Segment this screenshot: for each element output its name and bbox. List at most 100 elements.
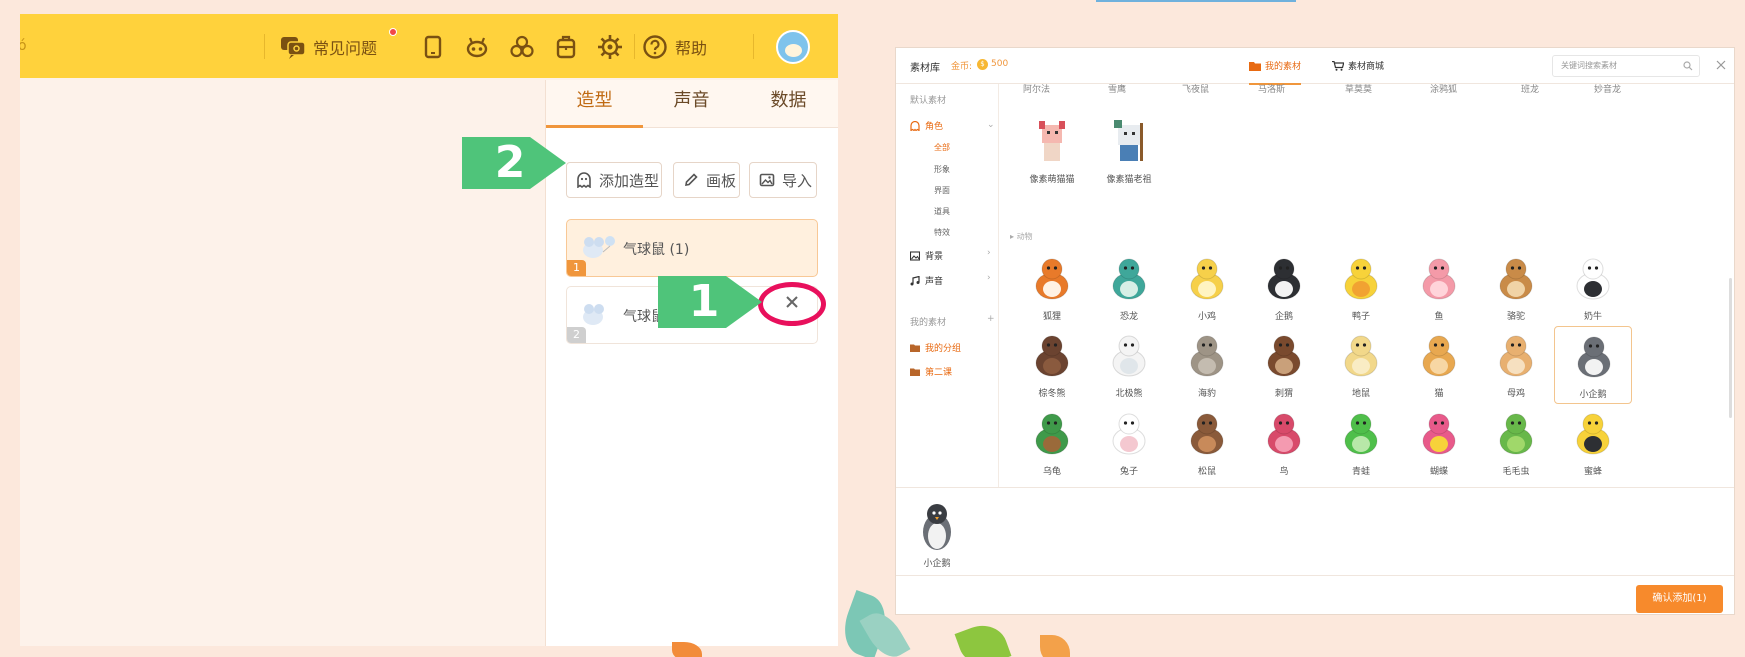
- chevron-right-icon: ›: [987, 273, 991, 283]
- step-2-arrow: 2: [462, 137, 566, 189]
- selection-tray: 小企鹅: [896, 487, 1734, 575]
- material-tile[interactable]: 小企鹅: [1554, 326, 1632, 404]
- delete-costume-button[interactable]: [779, 289, 805, 315]
- library-footer: 确认添加(1): [896, 575, 1734, 614]
- material-tile[interactable]: 乌龟: [1013, 404, 1091, 482]
- editor-window: ó 常见问题 帮助 造型 声音 数据 添加造型 画板 导入 气球鼠 (1) 1 …: [20, 14, 838, 646]
- sidebar-item-sound[interactable]: 声音: [910, 274, 943, 287]
- library-sidebar: 默认素材 角色 ⌄ 全部 形象 界面 道具 特效 背景 › 声音 › 我的素材 …: [896, 84, 999, 487]
- tile-label: 马洛斯: [1258, 85, 1286, 95]
- tile-label: 松鼠: [1197, 467, 1216, 477]
- tab-sound[interactable]: 声音: [643, 80, 740, 128]
- animal-art: [1267, 258, 1301, 300]
- tab-material-store[interactable]: 素材商城: [1332, 59, 1384, 72]
- help-icon: [641, 33, 669, 61]
- sidebar-group-lesson-two[interactable]: 第二课: [910, 365, 952, 378]
- material-tile[interactable]: 像素萌猫猫: [1013, 112, 1091, 190]
- material-tile[interactable]: 海豹: [1168, 326, 1246, 404]
- folder-icon: [910, 344, 920, 352]
- material-tile[interactable]: 骆驼: [1477, 249, 1555, 327]
- material-tile[interactable]: 企鹅: [1245, 249, 1323, 327]
- sidebar-sub-all[interactable]: 全部: [934, 142, 950, 153]
- material-tile[interactable]: 毛毛虫: [1477, 404, 1555, 482]
- tab-data[interactable]: 数据: [740, 80, 837, 128]
- tile-label: 奶牛: [1583, 312, 1602, 322]
- import-button[interactable]: 导入: [749, 162, 817, 198]
- top-toolbar: ó 常见问题 帮助: [20, 14, 838, 78]
- tile-label: 鸭子: [1351, 312, 1370, 322]
- toolbar-divider: [634, 34, 635, 59]
- image-icon: [910, 250, 920, 261]
- paint-label: 画板: [706, 171, 737, 190]
- sidebar-sub-figure[interactable]: 形象: [934, 164, 950, 175]
- sidebar-item-sound-label: 声音: [925, 277, 944, 287]
- material-tile[interactable]: 鸟: [1245, 404, 1323, 482]
- sidebar-item-role[interactable]: 角色: [910, 119, 943, 132]
- material-tile[interactable]: 狐狸: [1013, 249, 1091, 327]
- sidebar-group-lesson-two-label: 第二课: [925, 368, 953, 378]
- material-tile[interactable]: 像素猫老祖: [1090, 112, 1168, 190]
- panel-tabs: 造型 声音 数据: [546, 80, 838, 128]
- costume-item[interactable]: 气球鼠 (1) 1: [566, 219, 818, 277]
- sidebar-item-background[interactable]: 背景: [910, 249, 943, 262]
- material-tile[interactable]: 青蛙: [1322, 404, 1400, 482]
- tile-label: 母鸡: [1506, 389, 1525, 399]
- tab-costume[interactable]: 造型: [546, 80, 643, 128]
- library-close-button[interactable]: [1714, 58, 1728, 72]
- material-tile[interactable]: 小鸡: [1168, 249, 1246, 327]
- tab-my-materials[interactable]: 我的素材: [1249, 59, 1302, 85]
- user-avatar[interactable]: [776, 30, 810, 64]
- settings-button[interactable]: [596, 32, 624, 62]
- material-tile[interactable]: 母鸡: [1477, 326, 1555, 404]
- backpack-button[interactable]: [552, 32, 580, 62]
- material-tile[interactable]: 奶牛: [1554, 249, 1632, 327]
- library-header: 素材库 金币: $ 500 我的素材 素材商城 关键词搜索素材: [896, 48, 1734, 85]
- paint-button[interactable]: 画板: [673, 162, 740, 198]
- faq-label: 常见问题: [313, 39, 378, 58]
- tile-label: 青蛙: [1351, 467, 1370, 477]
- material-tile[interactable]: 棕冬熊: [1013, 326, 1091, 404]
- animal-art: [1112, 335, 1146, 377]
- material-tile[interactable]: 蝴蝶: [1400, 404, 1478, 482]
- sidebar-sub-interface[interactable]: 界面: [934, 185, 950, 196]
- cluster-button[interactable]: [508, 32, 536, 62]
- tablet-button[interactable]: [419, 32, 447, 62]
- material-tile[interactable]: 松鼠: [1168, 404, 1246, 482]
- ghost-icon: [910, 120, 920, 131]
- material-tile[interactable]: 兔子: [1090, 404, 1168, 482]
- animal-art: [1190, 335, 1224, 377]
- material-tile[interactable]: 地鼠: [1322, 326, 1400, 404]
- sidebar-group-my[interactable]: 我的分组: [910, 341, 961, 354]
- add-costume-button[interactable]: 添加造型: [566, 162, 662, 198]
- chevron-down-icon: ⌄: [987, 120, 995, 130]
- alien-button[interactable]: [463, 32, 491, 62]
- faq-button[interactable]: 常见问题: [279, 32, 377, 62]
- material-tile[interactable]: 北极熊: [1090, 326, 1168, 404]
- step-1-arrow: 1: [658, 276, 762, 328]
- sidebar-sub-effects[interactable]: 特效: [934, 227, 950, 238]
- default-materials-label: 默认素材: [910, 96, 947, 106]
- sidebar-sub-props[interactable]: 道具: [934, 206, 950, 217]
- tab-material-store-label: 素材商城: [1348, 62, 1385, 72]
- material-tile[interactable]: 刺猬: [1245, 326, 1323, 404]
- animal-art: [1035, 335, 1069, 377]
- material-tile[interactable]: 蜜蜂: [1554, 404, 1632, 482]
- grid-scrollbar[interactable]: [1729, 278, 1732, 418]
- help-button[interactable]: 帮助: [641, 32, 707, 62]
- material-tile[interactable]: 猫: [1400, 326, 1478, 404]
- animal-art: [1499, 413, 1533, 455]
- animal-art: [1499, 335, 1533, 377]
- backpack-icon: [552, 33, 580, 61]
- tile-label: 企鹅: [1274, 312, 1293, 322]
- music-icon: [910, 275, 920, 285]
- material-tile[interactable]: 鸭子: [1322, 249, 1400, 327]
- animal-art: [1267, 413, 1301, 455]
- material-tile[interactable]: 鱼: [1400, 249, 1478, 327]
- tile-label: 刺猬: [1274, 389, 1293, 399]
- library-search-input[interactable]: 关键词搜索素材: [1552, 55, 1700, 77]
- tray-item[interactable]: 小企鹅: [912, 500, 962, 570]
- confirm-add-button[interactable]: 确认添加(1): [1636, 585, 1723, 613]
- material-tile[interactable]: 恐龙: [1090, 249, 1168, 327]
- add-group-icon[interactable]: +: [987, 314, 995, 324]
- animal-art: [1344, 258, 1378, 300]
